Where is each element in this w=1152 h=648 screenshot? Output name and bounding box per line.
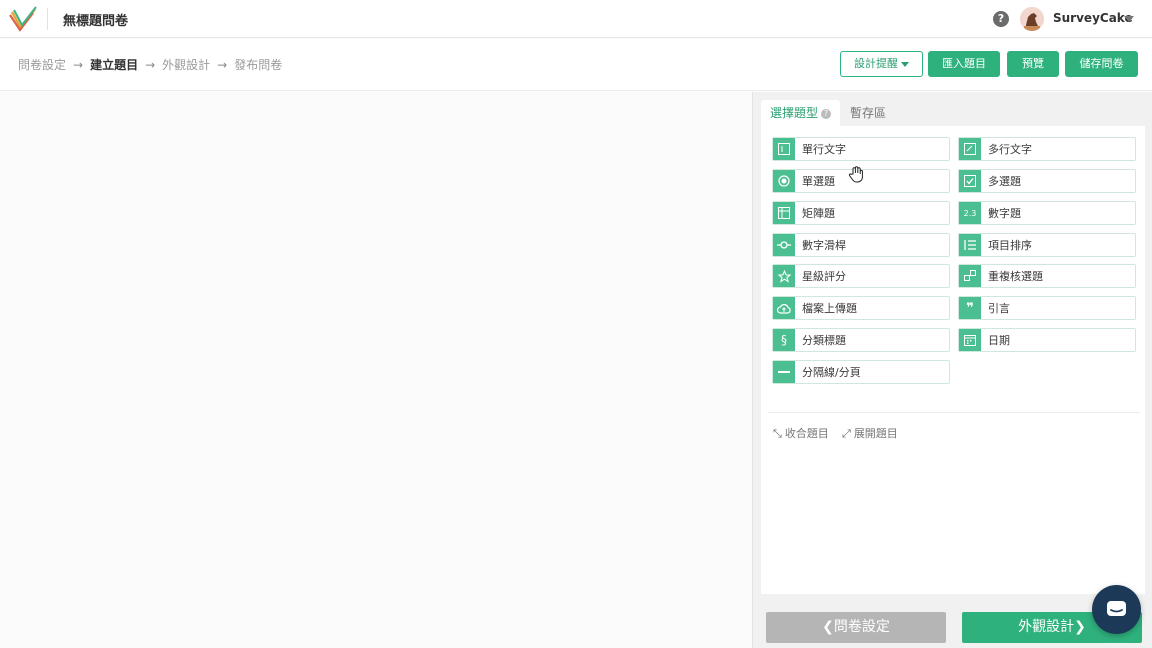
- step-bar: 問卷設定 → 建立題目 → 外觀設計 → 發布問卷 設計提醒 匯入題目 預覽 儲…: [0, 39, 1152, 91]
- tab-label: 選擇題型: [770, 106, 819, 120]
- collapse-icon: ⤡: [773, 427, 782, 440]
- slider-icon: [773, 234, 795, 256]
- qtype-star-rating[interactable]: 星級評分: [772, 264, 950, 288]
- surveycake-logo-icon[interactable]: [9, 6, 37, 32]
- qtype-file-upload[interactable]: 檔案上傳題: [772, 296, 950, 320]
- expand-label: 展開題目: [853, 427, 898, 440]
- tab-select-question-type[interactable]: 選擇題型?: [761, 100, 841, 126]
- chat-icon: [1107, 601, 1126, 616]
- tab-staging-area[interactable]: 暫存區: [841, 100, 895, 126]
- design-hint-button[interactable]: 設計提醒: [840, 51, 923, 77]
- qtype-label: 單選題: [802, 175, 835, 188]
- qtype-number-slider[interactable]: 數字滑桿: [772, 233, 950, 257]
- qtype-label: 數字滑桿: [802, 239, 846, 252]
- panel-divider: [768, 412, 1140, 413]
- single-line-text-icon: [773, 138, 795, 160]
- horse-avatar-icon: [1020, 7, 1044, 31]
- star-icon: [773, 265, 795, 287]
- logo-divider: [47, 8, 48, 30]
- next-label: 外觀設計: [1018, 619, 1075, 635]
- qtype-ranking[interactable]: 項目排序: [958, 233, 1136, 257]
- qtype-multiple-choice[interactable]: 多選題: [958, 169, 1136, 193]
- step-survey-settings[interactable]: 問卷設定: [18, 56, 66, 73]
- radio-icon: [773, 170, 795, 192]
- qtype-number[interactable]: 2.3 數字題: [958, 201, 1136, 225]
- checkbox-icon: [959, 170, 981, 192]
- upload-icon: [773, 297, 795, 319]
- chevron-right-icon: ❯: [1074, 619, 1086, 635]
- qtype-matrix[interactable]: 矩陣題: [772, 201, 950, 225]
- qtype-label: 多選題: [988, 175, 1021, 188]
- collapse-questions-link[interactable]: ⤡ 收合題目: [773, 425, 829, 441]
- qtype-label: 分類標題: [802, 334, 846, 347]
- survey-canvas[interactable]: [0, 92, 752, 648]
- qtype-label: 矩陣題: [802, 207, 835, 220]
- preview-button[interactable]: 預覽: [1007, 51, 1059, 77]
- chat-support-button[interactable]: [1092, 585, 1141, 634]
- breadcrumb: 問卷設定 → 建立題目 → 外觀設計 → 發布問卷: [18, 56, 282, 73]
- qtype-single-line-text[interactable]: 單行文字: [772, 137, 950, 161]
- qtype-label: 數字題: [988, 207, 1021, 220]
- qtype-multi-line-text[interactable]: 多行文字: [958, 137, 1136, 161]
- collapse-label: 收合題目: [784, 427, 829, 440]
- qtype-label: 星級評分: [802, 270, 846, 283]
- calendar-icon: [959, 329, 981, 351]
- user-menu-caret-icon[interactable]: [1124, 16, 1134, 22]
- help-icon[interactable]: ?: [821, 109, 832, 119]
- caret-down-icon: [901, 61, 909, 67]
- arrow-icon: →: [73, 57, 84, 72]
- qtype-label: 重複核選題: [988, 270, 1043, 283]
- qtype-quote[interactable]: ❞ 引言: [958, 296, 1136, 320]
- step-appearance-design[interactable]: 外觀設計: [162, 56, 210, 73]
- qtype-label: 單行文字: [802, 143, 846, 156]
- qtype-label: 分隔線/分頁: [802, 366, 861, 379]
- repeat-check-icon: [959, 265, 981, 287]
- chevron-left-icon: ❮: [822, 619, 834, 635]
- qtype-date[interactable]: 日期: [958, 328, 1136, 352]
- multi-line-text-icon: [959, 138, 981, 160]
- number-icon: 2.3: [959, 202, 981, 224]
- ranking-icon: [959, 234, 981, 256]
- qtype-label: 檔案上傳題: [802, 302, 857, 315]
- expand-questions-link[interactable]: ⤢ 展開題目: [842, 425, 898, 441]
- qtype-label: 引言: [988, 302, 1010, 315]
- quote-icon: ❞: [959, 297, 981, 319]
- help-icon[interactable]: ?: [993, 11, 1009, 27]
- expand-icon: ⤢: [842, 427, 851, 440]
- qtype-label: 日期: [988, 334, 1010, 347]
- qtype-label: 多行文字: [988, 143, 1032, 156]
- arrow-icon: →: [217, 57, 228, 72]
- save-survey-button[interactable]: 儲存問卷: [1065, 51, 1138, 77]
- hand-cursor-icon: [848, 166, 863, 183]
- arrow-icon: →: [145, 57, 156, 72]
- avatar[interactable]: [1020, 7, 1044, 31]
- username[interactable]: SurveyCake: [1053, 11, 1133, 25]
- divider-icon: [773, 361, 795, 383]
- top-bar: 無標題問卷 ? SurveyCake: [0, 0, 1152, 38]
- back-to-survey-settings-button[interactable]: ❮問卷設定: [766, 612, 946, 643]
- section-icon: §: [773, 329, 795, 351]
- back-label: 問卷設定: [833, 619, 890, 635]
- qtype-label: 項目排序: [988, 239, 1032, 252]
- qtype-repeat-check[interactable]: 重複核選題: [958, 264, 1136, 288]
- step-build-questions[interactable]: 建立題目: [90, 56, 138, 73]
- step-publish[interactable]: 發布問卷: [234, 56, 282, 73]
- import-questions-button[interactable]: 匯入題目: [928, 51, 1000, 77]
- qtype-divider-page-break[interactable]: 分隔線/分頁: [772, 360, 950, 384]
- qtype-section-title[interactable]: § 分類標題: [772, 328, 950, 352]
- design-hint-label: 設計提醒: [854, 57, 898, 70]
- matrix-icon: [773, 202, 795, 224]
- document-title[interactable]: 無標題問卷: [63, 10, 128, 29]
